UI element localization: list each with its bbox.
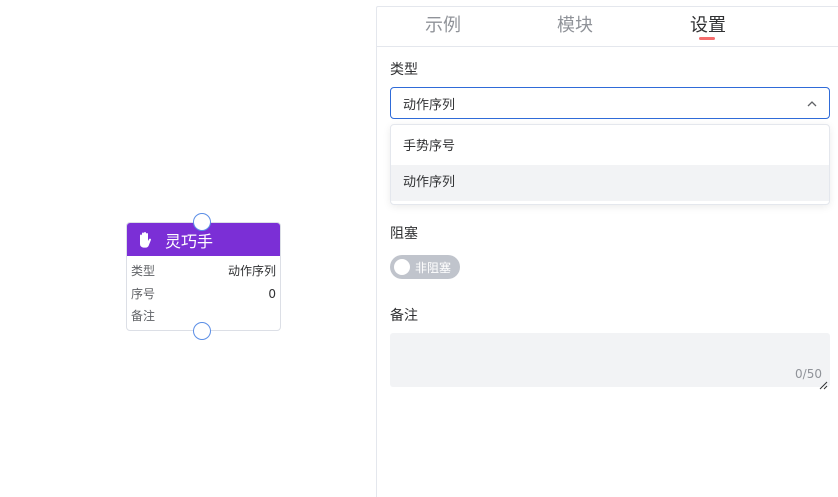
type-label: 类型	[390, 62, 418, 78]
tab-settings[interactable]: 设置	[690, 11, 726, 37]
tab-examples[interactable]: 示例	[425, 11, 461, 37]
node-row-index: 序号 0	[131, 283, 276, 306]
type-option-action-sequence[interactable]: 动作序列	[391, 165, 829, 201]
node-row-key: 类型	[131, 264, 156, 278]
settings-panel: 示例 模块 设置 类型 动作序列 手势序号 动作序列 阻塞 非阻塞 备注 0/5…	[376, 6, 838, 497]
type-dropdown: 手势序号 动作序列	[390, 124, 830, 205]
node-row-value: 0	[268, 286, 276, 301]
type-select-value: 动作序列	[403, 97, 456, 113]
type-option-gesture-index[interactable]: 手势序号	[391, 129, 829, 165]
type-select[interactable]: 动作序列	[390, 87, 830, 119]
switch-knob	[394, 259, 410, 275]
switch-text: 非阻塞	[415, 260, 452, 275]
block-switch[interactable]: 非阻塞	[390, 255, 460, 279]
note-label: 备注	[390, 308, 418, 324]
node-row-value: 动作序列	[227, 264, 276, 278]
chevron-up-icon	[807, 98, 817, 108]
canvas-node[interactable]: 灵巧手 类型 动作序列 序号 0 备注	[126, 213, 281, 340]
tab-active-indicator	[699, 37, 715, 40]
node-input-port[interactable]	[193, 213, 211, 231]
node-title: 灵巧手	[165, 231, 214, 251]
block-label: 阻塞	[390, 226, 418, 242]
note-textarea[interactable]: 0/50	[390, 333, 830, 390]
node-output-port[interactable]	[193, 322, 211, 340]
node-row-type: 类型 动作序列	[131, 260, 276, 283]
tab-modules[interactable]: 模块	[557, 11, 593, 37]
node-row-key: 序号	[131, 286, 156, 301]
hand-icon	[136, 231, 154, 249]
node-row-key: 备注	[131, 309, 156, 323]
resize-handle-icon[interactable]	[818, 375, 828, 390]
tab-bar: 示例 模块 设置	[377, 7, 838, 47]
